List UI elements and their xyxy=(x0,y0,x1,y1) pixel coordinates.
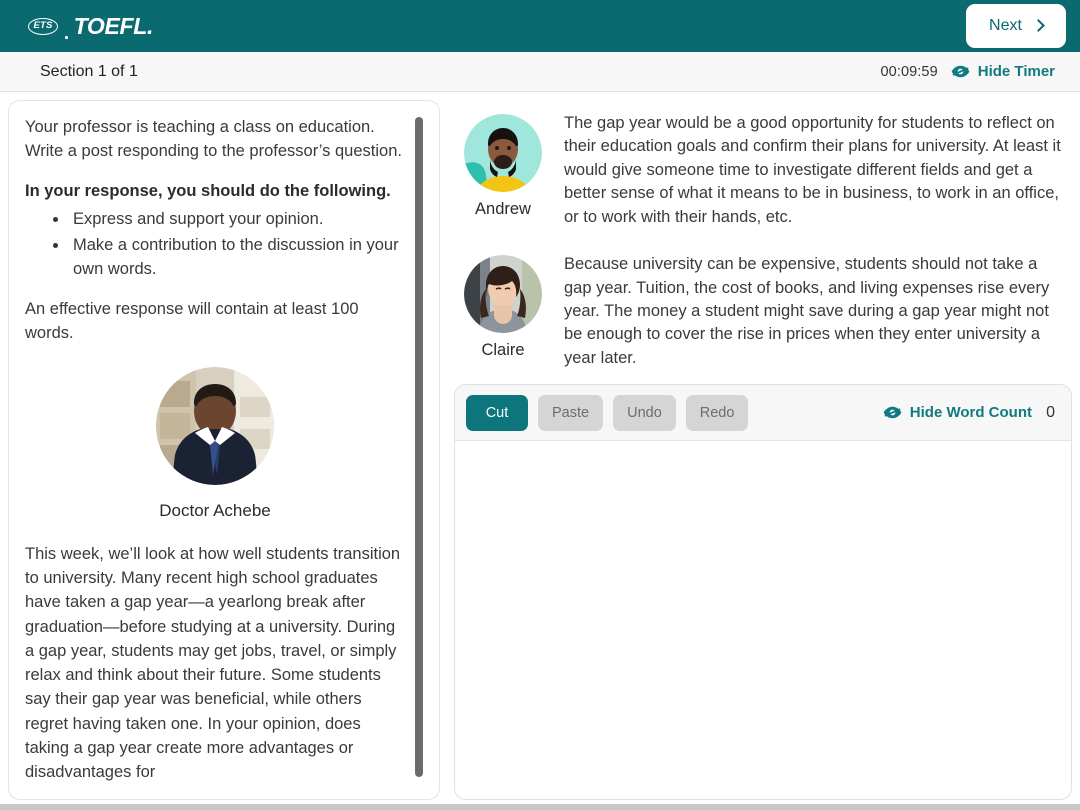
post-author-name: Andrew xyxy=(475,200,531,218)
professor-name: Doctor Achebe xyxy=(159,501,271,520)
post-body-text: The gap year would be a good opportunity… xyxy=(564,114,1061,226)
redo-button[interactable]: Redo xyxy=(685,394,749,431)
response-textarea[interactable] xyxy=(455,441,1071,799)
undo-button[interactable]: Undo xyxy=(613,394,676,431)
word-count-group: Hide Word Count 0 xyxy=(883,404,1055,422)
next-button[interactable]: Next xyxy=(966,4,1066,48)
main-body: Your professor is teaching a class on ed… xyxy=(0,92,1080,810)
post-avatar-column: Claire xyxy=(460,251,546,360)
claire-avatar-art xyxy=(464,255,542,334)
hide-timer-button[interactable]: Hide Timer xyxy=(951,63,1055,80)
footer-strip xyxy=(0,804,1080,810)
prompt-directions-heading: In your response, you should do the foll… xyxy=(25,181,391,200)
hide-timer-label: Hide Timer xyxy=(977,63,1055,80)
prompt-word-requirement: An effective response will contain at le… xyxy=(25,299,359,342)
professor-photo xyxy=(156,367,274,485)
editor-toolbar: Cut Paste Undo Redo Hide Word Count 0 xyxy=(455,385,1071,442)
professor-block: Doctor Achebe xyxy=(25,367,405,524)
discussion-thread: Andrew The gap year would be a good oppo… xyxy=(454,100,1072,372)
toefl-writing-app: ETS TOEFL. Next Section 1 of 1 00:09:59 … xyxy=(0,0,1080,810)
post-avatar-column: Andrew xyxy=(460,110,546,219)
discussion-post-andrew: Andrew The gap year would be a good oppo… xyxy=(460,110,1066,229)
prompt-content: Your professor is teaching a class on ed… xyxy=(9,101,439,799)
claire-photo xyxy=(464,255,542,334)
ets-logo-dot xyxy=(65,35,68,39)
post-body-text: Because university can be expensive, stu… xyxy=(564,255,1050,367)
word-count-value: 0 xyxy=(1046,403,1055,421)
prompt-directions-list: Express and support your opinion. Make a… xyxy=(25,207,405,282)
eye-slash-icon xyxy=(883,406,902,419)
andrew-photo xyxy=(464,114,542,192)
timer-value: 00:09:59 xyxy=(880,63,938,80)
professor-avatar-art xyxy=(156,367,274,485)
list-item: Make a contribution to the discussion in… xyxy=(25,233,405,282)
andrew-avatar-art xyxy=(464,114,542,192)
hide-word-count-label: Hide Word Count xyxy=(909,404,1032,422)
ets-logo-icon: ETS xyxy=(28,17,58,35)
app-header: ETS TOEFL. Next xyxy=(0,0,1080,52)
discussion-post-claire: Claire Because university can be expensi… xyxy=(460,251,1066,370)
professor-question-text: This week, we’ll look at how well studen… xyxy=(25,544,401,782)
section-bar: Section 1 of 1 00:09:59 Hide Timer xyxy=(0,52,1080,92)
timer-group: 00:09:59 Hide Timer xyxy=(881,63,1065,80)
prompt-scrollbar-thumb[interactable] xyxy=(415,117,423,777)
chevron-right-icon xyxy=(1032,19,1045,32)
prompt-panel: Your professor is teaching a class on ed… xyxy=(8,100,440,800)
cut-button[interactable]: Cut xyxy=(466,394,528,431)
toefl-wordmark: TOEFL. xyxy=(73,12,154,39)
next-button-label: Next xyxy=(989,17,1022,34)
section-label: Section 1 of 1 xyxy=(40,62,138,80)
response-editor: Cut Paste Undo Redo Hide Word Count 0 xyxy=(454,384,1072,800)
right-column: Andrew The gap year would be a good oppo… xyxy=(454,100,1072,800)
prompt-scrollbar-track[interactable] xyxy=(415,109,431,777)
toefl-logo: ETS TOEFL. xyxy=(28,13,153,40)
post-author-name: Claire xyxy=(481,341,525,360)
list-item: Express and support your opinion. xyxy=(25,207,405,231)
hide-word-count-button[interactable]: Hide Word Count xyxy=(883,404,1032,421)
paste-button[interactable]: Paste xyxy=(538,394,604,431)
eye-slash-icon xyxy=(951,65,970,78)
prompt-intro: Your professor is teaching a class on ed… xyxy=(25,118,402,161)
ets-logo-text: ETS xyxy=(33,20,53,32)
